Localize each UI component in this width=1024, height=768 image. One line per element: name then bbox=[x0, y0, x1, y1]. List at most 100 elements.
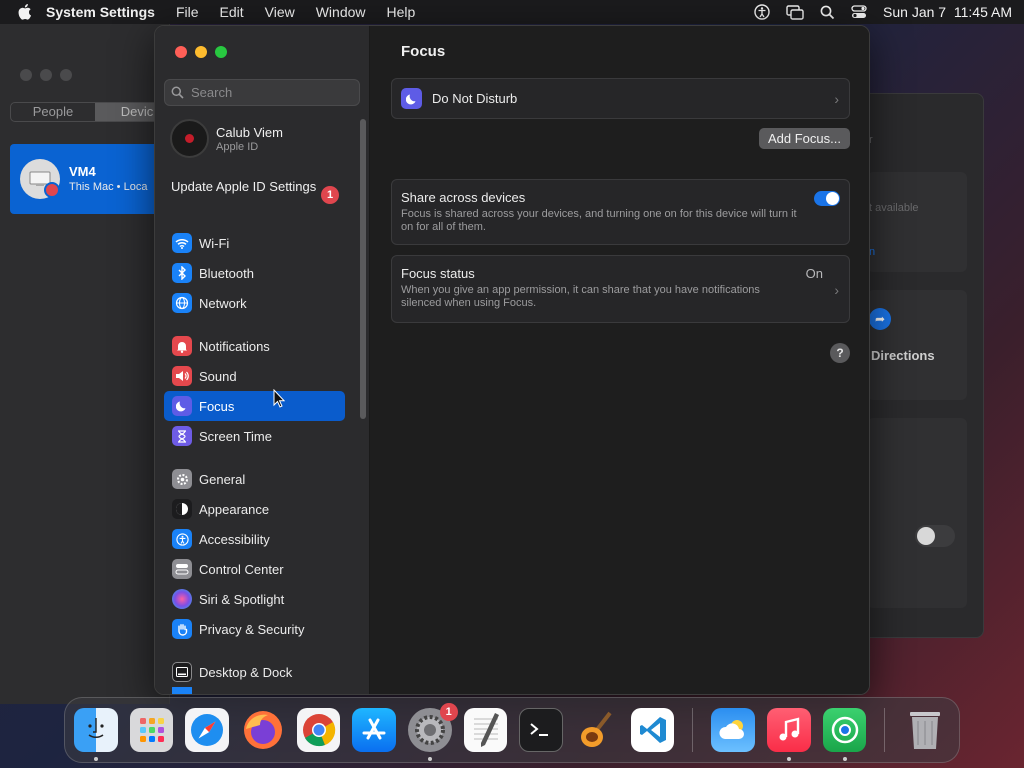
sidebar-item-sound[interactable]: Sound bbox=[164, 361, 345, 391]
screen-mirroring-icon[interactable] bbox=[786, 4, 804, 20]
menu-view[interactable]: View bbox=[265, 4, 295, 20]
textedit-icon[interactable] bbox=[463, 708, 508, 752]
sidebar-scrollbar[interactable] bbox=[360, 119, 366, 419]
apple-id-account[interactable]: Calub Viem Apple ID bbox=[170, 119, 283, 158]
focus-status-title: Focus status bbox=[401, 266, 475, 281]
focus-status-value: On bbox=[805, 266, 823, 281]
spotlight-search-icon[interactable] bbox=[820, 5, 835, 20]
focus-status-row[interactable]: Focus status When you give an app permis… bbox=[391, 255, 850, 323]
apple-logo-icon[interactable] bbox=[18, 4, 32, 20]
siri-icon bbox=[172, 589, 192, 609]
device-card[interactable]: VM4 This Mac • Loca bbox=[10, 144, 160, 214]
terminal-icon[interactable] bbox=[519, 708, 564, 752]
sidebar-item-desktop-dock[interactable]: Desktop & Dock bbox=[164, 657, 345, 687]
directions-arrow-icon[interactable]: ➦ bbox=[869, 308, 891, 330]
safari-icon[interactable] bbox=[185, 708, 230, 752]
sidebar-item-appearance[interactable]: Appearance bbox=[164, 494, 345, 524]
bg-toggle[interactable] bbox=[915, 525, 955, 547]
share-title: Share across devices bbox=[401, 190, 526, 205]
sidebar-item-focus[interactable]: Focus bbox=[164, 391, 345, 421]
search-input[interactable] bbox=[191, 85, 351, 100]
sidebar-item-accessibility[interactable]: Accessibility bbox=[164, 524, 345, 554]
vscode-icon[interactable] bbox=[630, 708, 675, 752]
gear-icon bbox=[172, 469, 192, 489]
focus-pane: Focus Do Not Disturb › Add Focus... Shar… bbox=[371, 26, 869, 694]
bell-icon bbox=[172, 336, 192, 356]
bg-text-available: t available bbox=[869, 202, 919, 214]
sidebar-item-label: Desktop & Dock bbox=[199, 664, 293, 680]
findmy-icon[interactable] bbox=[822, 708, 867, 761]
weather-icon[interactable] bbox=[711, 708, 756, 752]
sidebar-item-partial[interactable] bbox=[164, 687, 345, 694]
music-icon[interactable] bbox=[767, 708, 811, 761]
background-window-right: r t available n ➦ Directions bbox=[860, 93, 984, 638]
share-across-devices-toggle[interactable] bbox=[814, 191, 840, 206]
menu-file[interactable]: File bbox=[176, 4, 199, 20]
update-apple-id-label: Update Apple ID Settings bbox=[171, 179, 317, 194]
close-window-button[interactable] bbox=[175, 46, 187, 58]
sidebar-item-label: Siri & Spotlight bbox=[199, 591, 285, 607]
zoom-window-button[interactable] bbox=[215, 46, 227, 58]
bg-directions-label: Directions bbox=[871, 348, 935, 363]
trash-icon[interactable] bbox=[903, 708, 947, 752]
moon-icon bbox=[401, 88, 422, 109]
wifi-icon bbox=[172, 233, 192, 253]
settings-badge: 1 bbox=[439, 703, 458, 721]
sidebar-item-wifi[interactable]: Wi-Fi bbox=[164, 228, 345, 258]
sidebar-item-control-center[interactable]: Control Center bbox=[164, 554, 345, 584]
account-subtitle: Apple ID bbox=[216, 140, 259, 153]
segment-people[interactable]: People bbox=[11, 103, 95, 121]
dock-separator bbox=[884, 708, 886, 752]
chevron-right-icon: › bbox=[834, 282, 839, 298]
menu-edit[interactable]: Edit bbox=[220, 4, 244, 20]
sidebar-item-label: Wi-Fi bbox=[199, 235, 230, 251]
update-badge: 1 bbox=[321, 186, 339, 204]
lock-badge-icon bbox=[44, 182, 60, 198]
bg-window-traffic-lights bbox=[20, 69, 72, 81]
help-button[interactable]: ? bbox=[830, 343, 850, 363]
menu-clock[interactable]: Sun Jan 7 11:45 AM bbox=[883, 4, 1012, 20]
bluetooth-icon bbox=[172, 263, 192, 283]
sidebar-item-general[interactable]: General bbox=[164, 464, 345, 494]
sidebar-item-notifications[interactable]: Notifications bbox=[164, 331, 345, 361]
sidebar-item-privacy-security[interactable]: Privacy & Security bbox=[164, 614, 345, 644]
sidebar-item-label: Appearance bbox=[199, 501, 270, 517]
bg-block bbox=[867, 290, 967, 400]
firefox-icon[interactable] bbox=[241, 708, 285, 752]
sidebar-item-label: General bbox=[199, 471, 246, 487]
appearance-icon bbox=[172, 499, 192, 519]
chrome-icon[interactable] bbox=[296, 708, 341, 752]
settings-icon[interactable]: 1 bbox=[408, 703, 458, 761]
sidebar-item-network[interactable]: Network bbox=[164, 288, 345, 318]
chevron-right-icon: › bbox=[834, 90, 839, 107]
search-icon bbox=[171, 86, 184, 99]
device-subtitle: This Mac • Loca bbox=[69, 181, 148, 193]
share-across-devices-row: Share across devices Focus is shared acr… bbox=[391, 179, 850, 245]
update-apple-id-item[interactable]: Update Apple ID Settings 1 bbox=[171, 179, 341, 204]
add-focus-button[interactable]: Add Focus... bbox=[759, 128, 850, 149]
globe-icon bbox=[172, 293, 192, 313]
launchpad-icon[interactable] bbox=[129, 708, 174, 752]
sidebar-item-label: Privacy & Security bbox=[199, 621, 305, 637]
sidebar-item-siri-spotlight[interactable]: Siri & Spotlight bbox=[164, 584, 345, 614]
share-description: Focus is shared across your devices, and… bbox=[401, 208, 797, 233]
sidebar-item-label: Network bbox=[199, 295, 247, 311]
hand-icon bbox=[172, 619, 192, 639]
appstore-icon[interactable] bbox=[352, 708, 397, 752]
minimize-window-button[interactable] bbox=[195, 46, 207, 58]
finder-icon[interactable] bbox=[74, 708, 118, 761]
garageband-icon[interactable] bbox=[575, 708, 619, 752]
avatar bbox=[170, 119, 209, 158]
sidebar-item-screen-time[interactable]: Screen Time bbox=[164, 421, 345, 451]
menu-window[interactable]: Window bbox=[316, 4, 366, 20]
menu-help[interactable]: Help bbox=[387, 4, 416, 20]
do-not-disturb-row[interactable]: Do Not Disturb › bbox=[391, 78, 850, 119]
bg-block bbox=[867, 418, 967, 608]
menu-bar: System Settings File Edit View Window He… bbox=[0, 0, 1024, 24]
sidebar-item-bluetooth[interactable]: Bluetooth bbox=[164, 258, 345, 288]
sidebar-search[interactable] bbox=[164, 79, 360, 106]
control-center-menu-icon[interactable] bbox=[851, 5, 867, 19]
speaker-icon bbox=[172, 366, 192, 386]
accessibility-status-icon[interactable] bbox=[754, 4, 770, 20]
menu-app-name[interactable]: System Settings bbox=[46, 4, 155, 20]
